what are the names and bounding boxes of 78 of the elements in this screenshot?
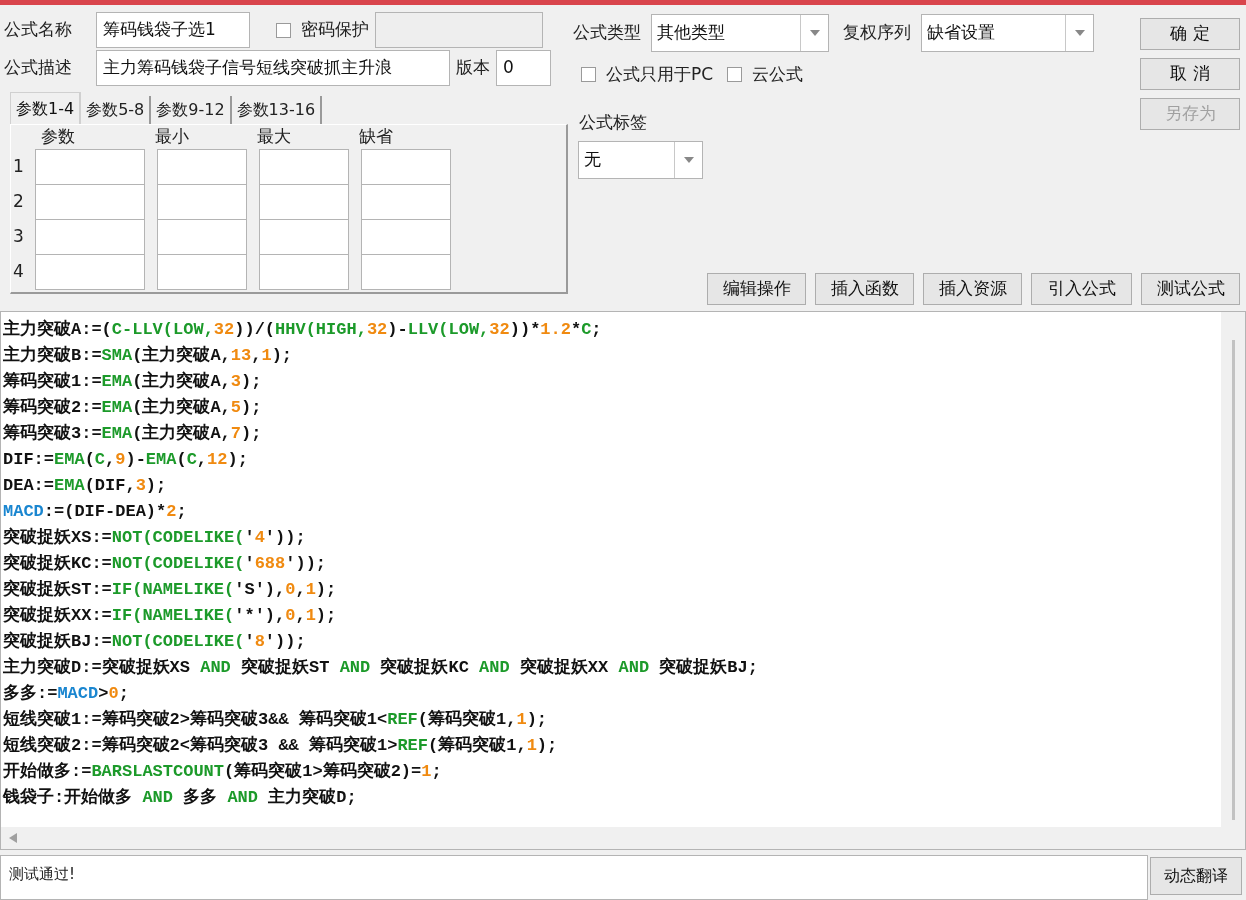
checkbox[interactable] [727,67,743,83]
checkbox[interactable] [581,67,596,83]
code-editor[interactable] [0,310,1246,851]
code-line: 主力突破A:=(C-LLV(LOW,32))/(HHV(HIGH,32)-LLV(LOW,32))*1.2*C; [3,318,602,341]
param-field[interactable] [361,253,451,290]
code-line: 突破捉妖KC:=NOT(CODELIKE('688')); [3,552,327,575]
field-label: 公式名称 [4,18,73,42]
field-label: 最大 [257,124,291,148]
field-label: 公式类型 [573,21,641,45]
code-line: 筹码突破2:=EMA(主力突破A,5); [3,396,262,419]
param-field[interactable] [259,253,349,290]
code-line: DIF:=EMA(C,9)-EMA(C,12); [3,448,248,471]
code-line: 突破捉妖XX:=IF(NAMELIKE('*'),0,1); [3,604,337,627]
param-field[interactable] [259,218,349,255]
code-line: 突破捉妖ST:=IF(NAMELIKE('S'),0,1); [3,578,337,601]
dropdown[interactable]: 缺省设置 [921,14,1094,52]
param-field[interactable] [361,148,451,185]
tab[interactable]: 参数1-4 [10,92,82,124]
dialog-button[interactable]: 测试公式 [1141,272,1240,305]
field-label: 缺省 [359,124,393,148]
code-line: 短线突破1:=筹码突破2>筹码突破3&& 筹码突破1<REF(筹码突破1,1); [3,708,548,731]
code-line: 开始做多:=BARSLASTCOUNT(筹码突破1>筹码突破2)=1; [3,760,442,783]
field-label: 公式只用于PC [606,63,714,86]
field-label: 最小 [155,124,189,148]
code-line: 多多:=MACD>0; [3,682,129,705]
dialog-button[interactable]: 确 定 [1140,18,1240,50]
vertical-scrollbar[interactable] [1221,311,1245,828]
code-line: 筹码突破3:=EMA(主力突破A,7); [3,422,262,445]
status-field: 测试通过! [0,855,1148,900]
param-field[interactable] [35,218,145,255]
code-line: 主力突破D:=突破捉妖XS AND 突破捉妖ST AND 突破捉妖KC AND 突破捉妖XX AND 突破捉妖BJ; [3,656,758,679]
field-label: 云公式 [752,63,804,86]
code-line: 突破捉妖BJ:=NOT(CODELIKE('8')); [3,630,306,653]
param-field[interactable] [361,218,451,255]
field-label: 公式描述 [4,56,73,80]
code-line: 钱袋子:开始做多 AND 多多 AND 主力突破D; [3,786,357,809]
code-line: DEA:=EMA(DIF,3); [3,474,167,497]
field-label: 复权序列 [843,21,911,45]
param-field[interactable] [157,148,247,185]
param-field[interactable] [35,148,145,185]
field-label: 版本 [456,56,490,80]
param-field[interactable] [157,253,247,290]
input-field[interactable]: 筹码钱袋子选1 [96,12,250,48]
param-field[interactable] [259,183,349,220]
field-label: 参数 [41,124,75,148]
horizontal-scrollbar[interactable] [1,827,1245,850]
dialog-button[interactable]: 引入公式 [1031,272,1132,305]
field-label: 公式标签 [579,111,647,132]
dropdown-arrow-icon [1074,30,1085,36]
input-field[interactable]: 主力筹码钱袋子信号短线突破抓主升浪 [96,50,450,86]
checkbox[interactable] [276,22,291,38]
row-number: 1 [13,154,25,178]
param-field[interactable] [157,218,247,255]
dropdown[interactable]: 其他类型 [651,14,829,52]
dropdown[interactable]: 无 [578,141,703,179]
scroll-left-icon [9,833,17,844]
param-field[interactable] [35,183,145,220]
code-line: 短线突破2:=筹码突破2<筹码突破3 && 筹码突破1>REF(筹码突破1,1); [3,734,558,757]
code-line: MACD:=(DIF-DEA)*2; [3,500,187,523]
dialog-button[interactable]: 插入函数 [815,272,914,305]
dialog-button[interactable]: 插入资源 [923,272,1022,305]
row-number: 3 [13,224,25,248]
dialog-button[interactable]: 编辑操作 [707,272,806,305]
code-line: 筹码突破1:=EMA(主力突破A,3); [3,370,262,393]
code-line: 突破捉妖XS:=NOT(CODELIKE('4')); [3,526,306,549]
dropdown-arrow-icon [683,157,694,163]
dialog-button[interactable]: 取 消 [1140,58,1240,90]
input-field[interactable]: 0 [496,50,551,86]
param-field[interactable] [157,183,247,220]
param-field[interactable] [259,148,349,185]
dropdown-arrow-icon [809,30,820,36]
param-field[interactable] [361,183,451,220]
param-field[interactable] [35,253,145,290]
translate-button[interactable]: 动态翻译 [1150,857,1242,896]
field-label: 密码保护 [301,18,369,42]
code-line: 主力突破B:=SMA(主力突破A,13,1); [3,344,293,367]
row-number: 2 [13,189,25,213]
row-number: 4 [13,259,25,283]
